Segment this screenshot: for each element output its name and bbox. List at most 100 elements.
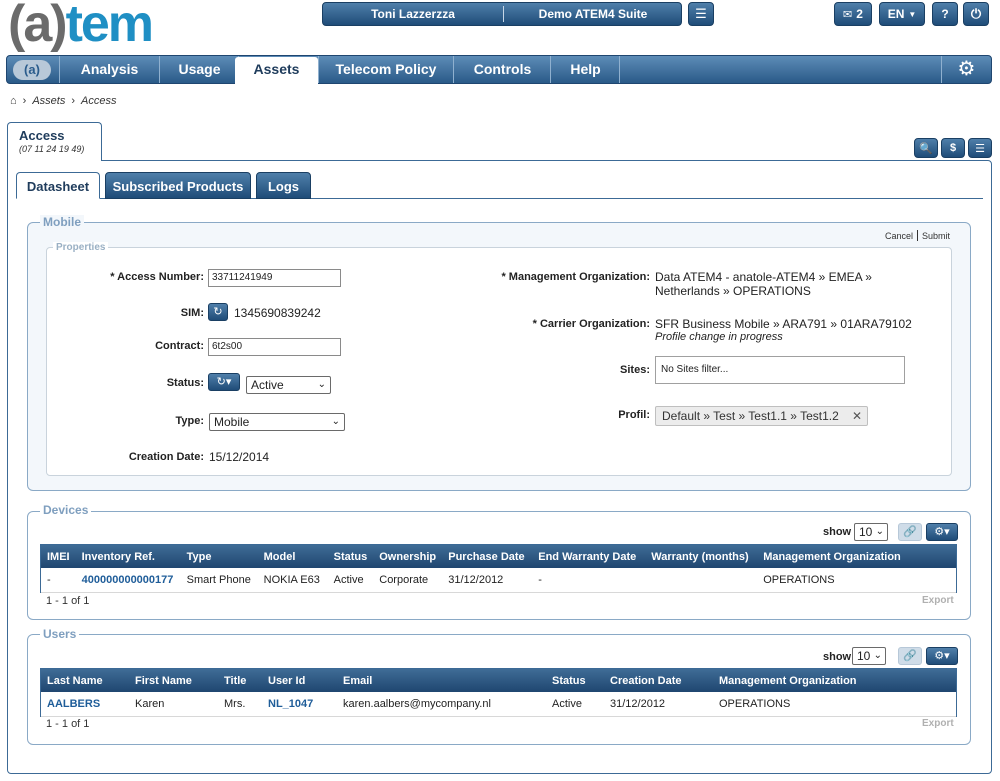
language-button[interactable]: EN ▼ [879, 2, 925, 26]
nav-usage[interactable]: Usage [161, 56, 239, 83]
col-end-warranty-date[interactable]: End Warranty Date [532, 545, 646, 568]
contract-input[interactable]: 6t2s00 [208, 338, 341, 356]
cancel-submit-divider [917, 230, 918, 241]
users-export-link[interactable]: Export [922, 718, 954, 729]
col-last-name[interactable]: Last Name [41, 669, 129, 692]
properties-legend: Properties [53, 242, 109, 253]
col-status[interactable]: Status [546, 669, 604, 692]
col-user-id[interactable]: User Id [262, 669, 337, 692]
col-warranty-months[interactable]: Warranty (months) [645, 545, 758, 568]
cell-last-name-link[interactable]: AALBERS [41, 692, 129, 717]
col-title[interactable]: Title [218, 669, 262, 692]
profil-tag[interactable]: Default » Test » Test1.1 » Test1.2 ✕ [655, 406, 868, 426]
users-pager: 1 - 1 of 1 [46, 718, 90, 730]
cell-inventory-ref-link[interactable]: 400000000000177 [75, 568, 181, 593]
cell-ownership: Corporate [373, 568, 443, 593]
users-page-size-select[interactable]: 10 ⌄ [852, 647, 886, 665]
status-select-value: Active [251, 378, 284, 392]
profil-label: Profil: [618, 409, 650, 421]
type-select[interactable]: Mobile ⌄ [209, 413, 345, 431]
user-suite-bar[interactable]: Toni Lazzerzza Demo ATEM4 Suite [322, 2, 682, 26]
cell-status: Active [546, 692, 604, 717]
devices-page-size-value: 10 [859, 525, 873, 539]
status-select[interactable]: Active ⌄ [246, 376, 331, 394]
cell-imei: - [41, 568, 76, 593]
col-email[interactable]: Email [337, 669, 546, 692]
col-creation-date[interactable]: Creation Date [604, 669, 713, 692]
sites-filter-input[interactable]: No Sites filter... [655, 356, 905, 384]
breadcrumb: ⌂ › Assets › Access [10, 95, 116, 107]
remove-x-icon[interactable]: ✕ [852, 407, 862, 425]
creation-date-value: 15/12/2014 [209, 450, 270, 464]
nav-assets[interactable]: Assets [235, 57, 318, 84]
atem-logo[interactable]: (a)tem [8, 0, 213, 53]
devices-export-link[interactable]: Export [922, 595, 954, 606]
breadcrumb-separator-icon: › [22, 95, 27, 107]
devices-page-size-select[interactable]: 10 ⌄ [854, 523, 888, 541]
col-status[interactable]: Status [327, 545, 374, 568]
nav-controls[interactable]: Controls [455, 56, 551, 83]
carrier-org-value: SFR Business Mobile » ARA791 » 01ARA7910… [655, 317, 912, 331]
nav-help[interactable]: Help [552, 56, 620, 83]
page-tab-access[interactable]: Access (07 11 24 19 49) [7, 122, 102, 161]
hamburger-icon: ☰ [695, 6, 707, 21]
messages-button[interactable]: ✉ 2 [834, 2, 872, 26]
help-button[interactable]: ? [932, 2, 958, 26]
cell-purchase-date: 31/12/2012 [442, 568, 533, 593]
breadcrumb-assets[interactable]: Assets [32, 95, 65, 107]
col-first-name[interactable]: First Name [129, 669, 218, 692]
tab-logs[interactable]: Logs [256, 172, 311, 199]
status-label: Status: [166, 377, 204, 389]
col-ownership[interactable]: Ownership [373, 545, 443, 568]
nav-analysis[interactable]: Analysis [59, 56, 160, 83]
tab-subscribed-products[interactable]: Subscribed Products [105, 172, 251, 199]
chevron-down-icon: ⌄ [331, 416, 340, 427]
cell-status: Active [327, 568, 374, 593]
col-inventory-ref[interactable]: Inventory Ref. [75, 545, 181, 568]
cost-button[interactable]: $ [941, 138, 965, 158]
suite-name[interactable]: Demo ATEM4 Suite [504, 3, 682, 25]
users-page-size-value: 10 [857, 649, 871, 663]
submit-link[interactable]: Submit [922, 231, 950, 241]
nav-home-logo[interactable]: (a) [13, 60, 51, 80]
cancel-link[interactable]: Cancel [885, 231, 913, 241]
logout-button[interactable]: ⏻ [963, 2, 989, 26]
sim-refresh-button[interactable]: ↻ [208, 303, 228, 321]
col-imei[interactable]: IMEI [41, 545, 76, 568]
nav-telecom-policy[interactable]: Telecom Policy [318, 56, 454, 83]
devices-link-button[interactable]: 🔗 [898, 523, 922, 541]
dollar-icon: $ [949, 142, 957, 154]
col-model[interactable]: Model [257, 545, 328, 568]
magnifier-icon: 🔍 [919, 142, 933, 155]
home-icon[interactable]: ⌂ [10, 95, 17, 107]
users-settings-button[interactable]: ⚙▾ [926, 647, 958, 665]
contract-label: Contract: [155, 340, 204, 352]
col-management-organization[interactable]: Management Organization [713, 669, 956, 692]
sim-value: 1345690839242 [234, 306, 321, 320]
user-name[interactable]: Toni Lazzerzza [323, 3, 503, 25]
col-management-organization[interactable]: Management Organization [757, 545, 956, 568]
devices-legend: Devices [40, 503, 92, 517]
gear-icon: ⚙▾ [934, 526, 950, 538]
options-menu-button[interactable]: ☰ [968, 138, 992, 158]
access-number-input[interactable]: 33711241949 [208, 269, 341, 287]
status-action-button[interactable]: ↻▾ [208, 373, 240, 391]
table-row[interactable]: - 400000000000177 Smart Phone NOKIA E63 … [41, 568, 956, 593]
language-label: EN [887, 7, 905, 21]
settings-gear-icon[interactable]: ⚙ [941, 56, 991, 83]
table-row[interactable]: AALBERS Karen Mrs. NL_1047 karen.aalbers… [41, 692, 956, 717]
main-menu-button[interactable]: ☰ [688, 2, 714, 26]
users-link-button[interactable]: 🔗 [898, 647, 922, 665]
tab-datasheet[interactable]: Datasheet [16, 172, 100, 199]
help-label: ? [941, 7, 949, 21]
col-type[interactable]: Type [180, 545, 258, 568]
page-tab-subtitle: (07 11 24 19 49) [19, 144, 85, 154]
envelope-icon: ✉ [843, 8, 853, 21]
cell-user-id-link[interactable]: NL_1047 [262, 692, 337, 717]
zoom-search-button[interactable]: 🔍 [914, 138, 938, 158]
devices-settings-button[interactable]: ⚙▾ [926, 523, 958, 541]
devices-header-row: IMEI Inventory Ref. Type Model Status Ow… [41, 545, 956, 568]
col-purchase-date[interactable]: Purchase Date [442, 545, 533, 568]
carrier-org-label: * Carrier Organization: [532, 318, 650, 330]
cell-first-name: Karen [129, 692, 218, 717]
